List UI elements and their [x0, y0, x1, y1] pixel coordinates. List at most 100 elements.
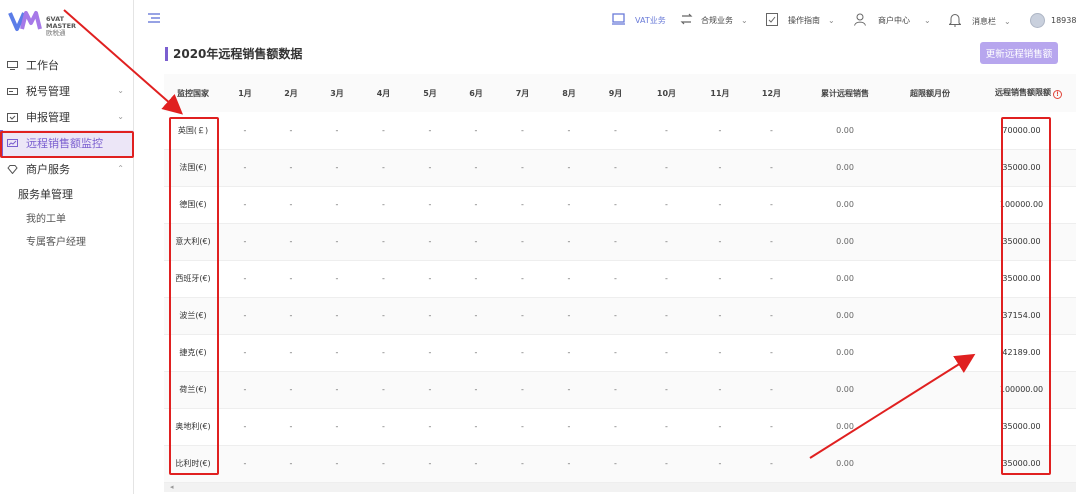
cell-month-value: - — [746, 112, 797, 150]
cell-total: 0.00 — [797, 260, 893, 298]
cell-month-value: - — [268, 112, 314, 150]
sidebar-subhead-service-orders[interactable]: 服务单管理 — [0, 182, 134, 206]
col-header-month: 1月 — [222, 74, 268, 112]
compliance-label: 合规业务 — [701, 15, 733, 25]
chevron-down-icon: ⌄ — [1004, 16, 1011, 26]
cell-month-value: - — [407, 112, 453, 150]
cell-month-value: - — [499, 408, 546, 446]
cell-month-value: - — [639, 445, 694, 483]
cell-month-value: - — [360, 297, 407, 335]
brand-logo[interactable]: 6VAT MASTER 欧税通 — [8, 7, 88, 41]
cell-country: 比利时(€) — [164, 445, 222, 483]
col-header-month: 10月 — [639, 74, 694, 112]
cell-month-value: - — [746, 186, 797, 224]
cell-month-value: - — [694, 408, 746, 446]
horizontal-scrollbar[interactable]: ◂ — [164, 483, 1076, 492]
guide-menu[interactable]: 操作指南 ⌄ — [766, 13, 835, 28]
sidebar-item-account-manager[interactable]: 专属客户经理 — [0, 229, 134, 252]
cell-exceed-month — [893, 334, 967, 372]
sidebar-item-workbench[interactable]: 工作台 — [0, 52, 134, 78]
user-menu[interactable]: 18938 — [1030, 13, 1076, 28]
cell-country: 德国(€) — [164, 186, 222, 224]
cell-month-value: - — [268, 260, 314, 298]
menu-toggle-icon[interactable] — [148, 13, 160, 26]
cell-exceed-month — [893, 149, 967, 187]
cell-month-value: - — [499, 223, 546, 261]
scroll-left-icon[interactable]: ◂ — [170, 483, 174, 491]
user-phone: 18938 — [1051, 16, 1077, 25]
cell-month-value: - — [453, 260, 499, 298]
report-icon — [6, 112, 18, 122]
table-row: 法国(€) - - - - - - - - - - - -0.00 35000.00 — [164, 149, 1076, 187]
cell-month-value: - — [746, 334, 797, 372]
card-icon — [6, 86, 18, 96]
col-header-month: 4月 — [360, 74, 407, 112]
sidebar-item-tax-number[interactable]: 税号管理 ⌄ — [0, 78, 134, 104]
info-icon[interactable]: ! — [1053, 90, 1062, 99]
cell-month-value: - — [407, 186, 453, 224]
cell-exceed-month — [893, 445, 967, 483]
cell-month-value: - — [499, 112, 546, 150]
cell-limit: 35000.00 — [967, 260, 1076, 298]
chevron-down-icon: ⌄ — [924, 16, 931, 25]
cell-limit: 100000.00 — [967, 186, 1076, 224]
cell-month-value: - — [360, 445, 407, 483]
cell-month-value: - — [694, 223, 746, 261]
cell-month-value: - — [314, 186, 360, 224]
cell-month-value: - — [546, 223, 592, 261]
col-header-month: 8月 — [546, 74, 592, 112]
chevron-down-icon: ⌄ — [741, 15, 748, 25]
cell-month-value: - — [499, 260, 546, 298]
cell-country: 波兰(€) — [164, 297, 222, 335]
cell-month-value: - — [746, 149, 797, 187]
merchant-center-label: 商户中心 — [878, 16, 910, 25]
main-content: 2020年远程销售额数据 更新远程销售额 监控国家 1月 2月 3月 4月 5月… — [134, 40, 1080, 494]
cell-exceed-month — [893, 297, 967, 335]
table-body: 英国(￡) - - - - - - - - - - - -0.00 70000.00 法国(€) - - - - - -… — [164, 112, 1076, 483]
cell-month-value: - — [314, 371, 360, 409]
merchant-center-menu[interactable]: 商户中心 ⌄ — [854, 13, 931, 28]
sidebar-item-merchant-service[interactable]: 商户服务 ⌃ — [0, 156, 134, 182]
cell-month-value: - — [592, 223, 639, 261]
sidebar-item-my-tickets[interactable]: 我的工单 — [0, 206, 134, 229]
guide-icon — [766, 13, 778, 28]
compliance-menu[interactable]: 合规业务 ⌄ — [680, 13, 748, 27]
cell-month-value: - — [360, 371, 407, 409]
cell-month-value: - — [360, 408, 407, 446]
cell-country: 法国(€) — [164, 149, 222, 187]
chevron-down-icon: ⌄ — [117, 86, 124, 95]
cell-month-value: - — [453, 408, 499, 446]
cell-limit: 35000.00 — [967, 149, 1076, 187]
cell-month-value: - — [453, 186, 499, 224]
cell-country: 捷克(€) — [164, 334, 222, 372]
cell-month-value: - — [268, 371, 314, 409]
col-header-country: 监控国家 — [164, 74, 222, 112]
cell-month-value: - — [222, 260, 268, 298]
top-bar: VAT业务 合规业务 ⌄ 操作指南 ⌄ 商户中心 ⌄ 消息栏 ⌄ 18938 — [134, 0, 1080, 40]
cell-month-value: - — [746, 223, 797, 261]
cell-month-value: - — [453, 297, 499, 335]
cell-month-value: - — [314, 297, 360, 335]
table-row: 德国(€) - - - - - - - - - - - -0.00 100000.00 — [164, 186, 1076, 224]
cell-month-value: - — [453, 149, 499, 187]
cell-month-value: - — [546, 297, 592, 335]
vat-business-menu[interactable]: VAT业务 — [612, 13, 666, 27]
cell-month-value: - — [360, 149, 407, 187]
cell-month-value: - — [592, 297, 639, 335]
cell-month-value: - — [268, 149, 314, 187]
col-header-month: 12月 — [746, 74, 797, 112]
sidebar-item-remote-sales-monitor[interactable]: 远程销售额监控 — [0, 130, 134, 156]
refresh-remote-sales-button[interactable]: 更新远程销售额 — [980, 42, 1058, 64]
table-row: 波兰(€) - - - - - - - - - - - -0.00 37154.00 — [164, 297, 1076, 335]
messages-menu[interactable]: 消息栏 ⌄ — [948, 13, 1011, 29]
sidebar-item-label: 申报管理 — [26, 111, 70, 124]
cell-limit: 35000.00 — [967, 223, 1076, 261]
cell-month-value: - — [499, 149, 546, 187]
cell-month-value: - — [592, 260, 639, 298]
sidebar-item-declaration[interactable]: 申报管理 ⌄ — [0, 104, 134, 130]
table-header-row: 监控国家 1月 2月 3月 4月 5月 6月 7月 8月 9月 10月 11月 … — [164, 74, 1076, 112]
cell-month-value: - — [314, 445, 360, 483]
cell-country: 奥地利(€) — [164, 408, 222, 446]
col-header-limit: 远程销售额限额! — [967, 74, 1076, 112]
cell-month-value: - — [546, 445, 592, 483]
